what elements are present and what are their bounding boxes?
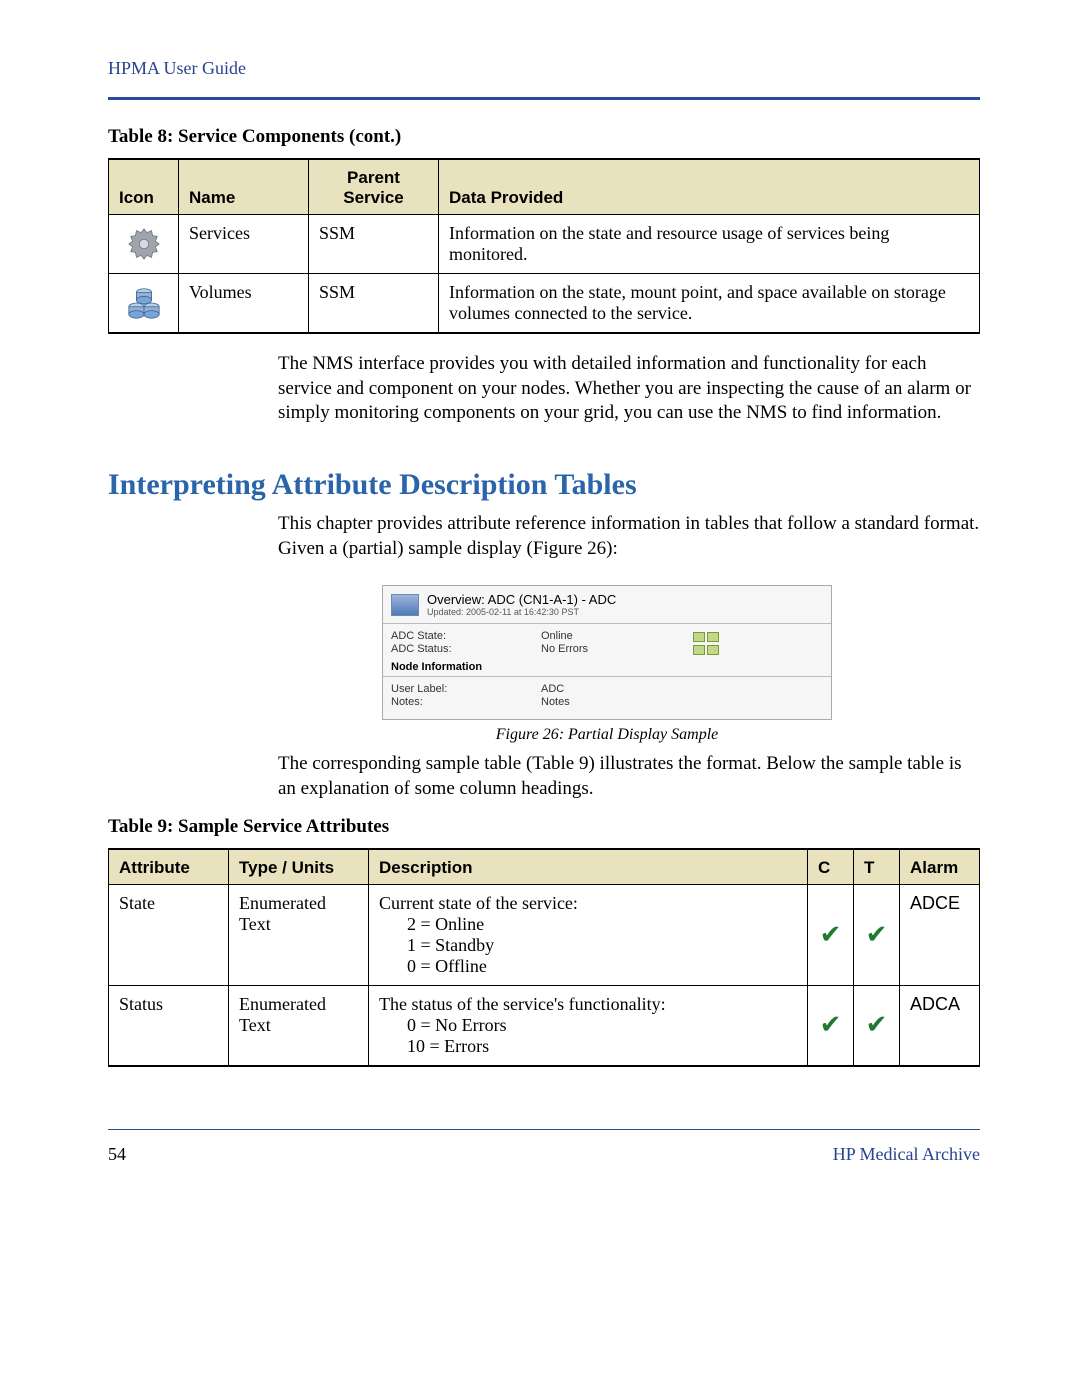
header-rule [108, 97, 980, 100]
cell-name: Volumes [179, 274, 309, 334]
table-row: State Enumerated Text Current state of t… [109, 884, 980, 985]
fig-section: Node Information [391, 661, 823, 673]
cell-data: Information on the state and resource us… [439, 215, 980, 274]
fig-value: Online [541, 630, 691, 642]
cell-desc: Current state of the service: 2 = Online… [369, 884, 808, 985]
table-row: Status Enumerated Text The status of the… [109, 985, 980, 1066]
table-row: Services SSM Information on the state an… [109, 215, 980, 274]
footer-brand: HP Medical Archive [833, 1144, 980, 1165]
cell-parent: SSM [309, 215, 439, 274]
status-badge [693, 632, 705, 642]
th-t: T [854, 849, 900, 885]
th-data: Data Provided [439, 159, 980, 215]
cell-attr: State [109, 884, 229, 985]
section-heading: Interpreting Attribute Description Table… [108, 468, 980, 502]
cell-name: Services [179, 215, 309, 274]
volumes-icon [119, 284, 168, 322]
cell-parent: SSM [309, 274, 439, 334]
status-badge [707, 645, 719, 655]
status-badge [693, 645, 705, 655]
cell-type: Enumerated Text [229, 884, 369, 985]
server-icon [391, 594, 419, 616]
table8-caption: Table 8: Service Components (cont.) [108, 126, 980, 148]
table9: Attribute Type / Units Description C T A… [108, 848, 980, 1067]
paragraph: The NMS interface provides you with deta… [278, 352, 980, 426]
cell-alarm: ADCE [900, 884, 980, 985]
paragraph: The corresponding sample table (Table 9)… [278, 752, 980, 801]
figure-subtitle: Updated: 2005-02-11 at 16:42:30 PST [427, 607, 616, 617]
figure-title: Overview: ADC (CN1-A-1) - ADC [427, 592, 616, 607]
paragraph: This chapter provides attribute referenc… [278, 512, 980, 561]
th-type: Type / Units [229, 849, 369, 885]
figure-caption: Figure 26: Partial Display Sample [382, 726, 832, 744]
table8: Icon Name Parent Service Data Provided S… [108, 158, 980, 334]
th-attr: Attribute [109, 849, 229, 885]
check-icon: ✔ [818, 1010, 843, 1040]
check-icon: ✔ [818, 920, 843, 950]
th-alarm: Alarm [900, 849, 980, 885]
th-parent: Parent Service [309, 159, 439, 215]
gear-icon [119, 225, 168, 263]
th-name: Name [179, 159, 309, 215]
fig-value: Notes [541, 696, 691, 708]
fig-value: ADC [541, 683, 691, 695]
cell-type: Enumerated Text [229, 985, 369, 1066]
fig-label: User Label: [391, 683, 541, 695]
cell-desc: The status of the service's functionalit… [369, 985, 808, 1066]
th-c: C [808, 849, 854, 885]
figure-26: Overview: ADC (CN1-A-1) - ADC Updated: 2… [382, 585, 832, 744]
fig-label: ADC State: [391, 630, 541, 642]
cell-attr: Status [109, 985, 229, 1066]
page-header: HPMA User Guide [108, 58, 980, 79]
cell-data: Information on the state, mount point, a… [439, 274, 980, 334]
fig-value: No Errors [541, 643, 691, 655]
page-number: 54 [108, 1144, 126, 1165]
cell-alarm: ADCA [900, 985, 980, 1066]
table-row: Volumes SSM Information on the state, mo… [109, 274, 980, 334]
fig-label: ADC Status: [391, 643, 541, 655]
th-desc: Description [369, 849, 808, 885]
fig-label: Notes: [391, 696, 541, 708]
footer-rule [108, 1129, 980, 1130]
status-badge [707, 632, 719, 642]
table9-caption: Table 9: Sample Service Attributes [108, 816, 980, 838]
th-icon: Icon [109, 159, 179, 215]
check-icon: ✔ [864, 1010, 889, 1040]
check-icon: ✔ [864, 920, 889, 950]
